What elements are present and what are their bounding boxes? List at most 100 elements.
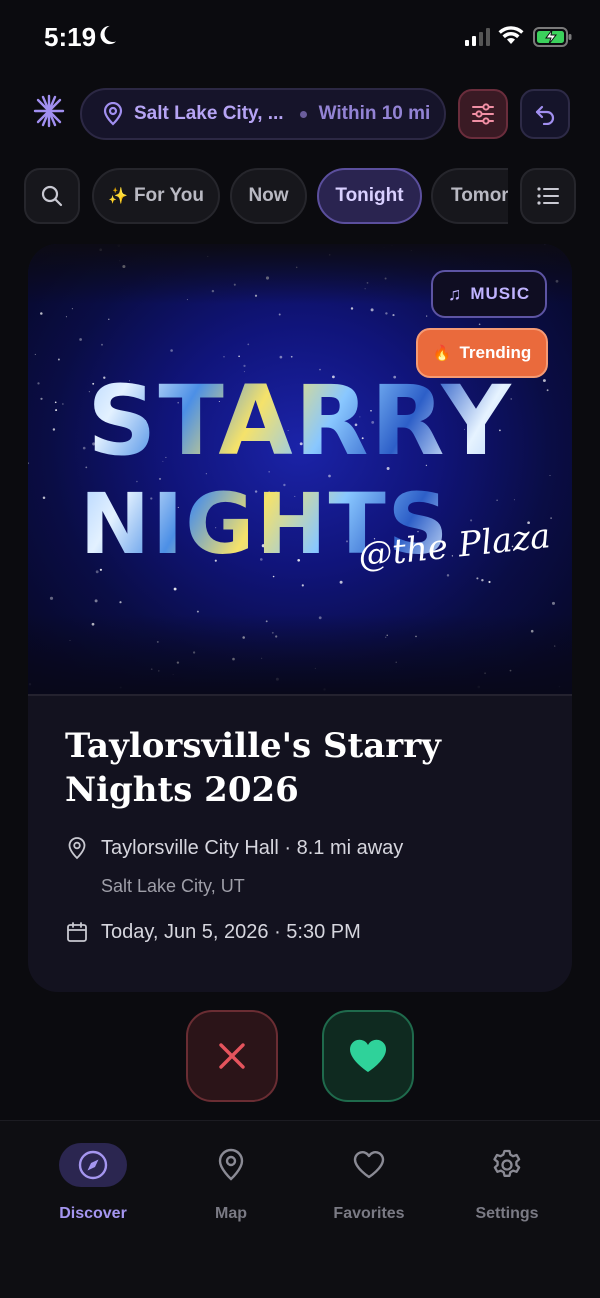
tab-map[interactable]: Map [171, 1143, 291, 1233]
tab-settings[interactable]: Settings [447, 1143, 567, 1233]
event-datetime: Today, Jun 5, 2026 · 5:30 PM [101, 920, 361, 943]
chip-label: Tonight [335, 185, 404, 206]
moon-icon [100, 25, 117, 45]
tab-label: Discover [59, 1205, 127, 1222]
star [278, 313, 281, 316]
divider [28, 694, 572, 696]
star [551, 601, 556, 605]
app-logo-icon [33, 94, 65, 128]
star [339, 580, 343, 584]
star [34, 353, 36, 355]
filters-button[interactable] [458, 89, 508, 139]
tab-label: Settings [475, 1205, 539, 1222]
star [481, 578, 484, 582]
list-icon [537, 187, 559, 205]
map-pin-icon [68, 837, 86, 860]
heart-icon [353, 1151, 385, 1179]
star [370, 308, 374, 312]
chips-scroll[interactable]: ✨ For You Now Tonight Tomor [92, 168, 508, 224]
time-filter-bar: ✨ For You Now Tonight Tomor [0, 168, 600, 224]
star [238, 355, 240, 358]
chip-label: Now [248, 185, 289, 206]
heart-icon [349, 1039, 387, 1072]
event-venue: Taylorsville City Hall · 8.1 mi away [101, 836, 404, 859]
chip-label: Tomor [451, 185, 508, 206]
star [223, 356, 225, 358]
location-city: Salt Lake City, ... [134, 103, 284, 124]
category-label: MUSIC [470, 284, 531, 303]
star [57, 358, 60, 361]
separator-dot [299, 110, 307, 118]
list-view-button[interactable] [520, 168, 576, 224]
location-radius: Within 10 mi [318, 103, 431, 124]
event-venue-row: Taylorsville City Hall · 8.1 mi away [65, 836, 403, 860]
music-note-icon: ♫ [447, 283, 463, 304]
star [108, 318, 110, 321]
close-icon [219, 1043, 245, 1069]
star [173, 587, 177, 591]
tab-label: Favorites [333, 1205, 405, 1222]
tab-label: Map [215, 1205, 247, 1222]
star [446, 574, 450, 577]
star [49, 596, 54, 600]
category-badge: ♫ MUSIC [431, 270, 547, 318]
event-city: Salt Lake City, UT [101, 876, 245, 896]
sparkles-icon: ✨ [108, 188, 128, 205]
trending-label: Trending [459, 343, 532, 362]
location-selector[interactable]: Salt Lake City, ... Within 10 mi [80, 88, 446, 140]
bottom-tab-bar: Discover Map Favorites Settings [0, 1120, 600, 1298]
search-icon [41, 185, 63, 207]
star [196, 610, 199, 613]
star [71, 308, 73, 310]
cell-signal-icon [465, 28, 490, 46]
star [392, 314, 395, 317]
chip-tomorrow[interactable]: Tomor [431, 168, 508, 224]
chip-for-you[interactable]: ✨ For You [92, 168, 220, 224]
status-bar: 5:19 [0, 0, 600, 76]
star [65, 316, 67, 318]
star [426, 315, 428, 317]
reject-button[interactable] [186, 1010, 278, 1102]
trending-badge: 🔥 Trending [416, 328, 548, 378]
star [279, 355, 283, 359]
event-card[interactable]: STARRY NIGHTS @the Plaza ♫ MUSIC 🔥 Trend… [28, 244, 572, 992]
star [478, 323, 481, 326]
compass-icon [78, 1150, 108, 1180]
star [170, 349, 173, 352]
wifi-icon [498, 26, 524, 44]
sliders-icon [472, 103, 494, 125]
search-button[interactable] [24, 168, 80, 224]
event-title: Taylorsville's Starry Nights 2026 [65, 726, 441, 810]
like-button[interactable] [322, 1010, 414, 1102]
star [385, 312, 388, 315]
star [94, 599, 98, 603]
tab-discover[interactable]: Discover [33, 1143, 153, 1233]
star [488, 580, 491, 584]
star [272, 575, 275, 578]
star [301, 584, 304, 587]
chip-tonight[interactable]: Tonight [317, 168, 422, 224]
star [119, 601, 122, 604]
star [247, 343, 250, 346]
chip-label: For You [133, 185, 204, 206]
tab-favorites[interactable]: Favorites [309, 1143, 429, 1233]
battery-charging-icon [533, 27, 572, 47]
chip-now[interactable]: Now [230, 168, 307, 224]
undo-button[interactable] [520, 89, 570, 139]
star [79, 338, 82, 341]
star [350, 307, 354, 310]
poster-title-line1: STARRY [28, 366, 572, 476]
flame-icon: 🔥 [432, 345, 452, 362]
star [40, 312, 43, 315]
event-poster-image: STARRY NIGHTS @the Plaza ♫ MUSIC 🔥 Trend… [28, 244, 572, 694]
star [290, 355, 293, 358]
undo-icon [535, 105, 555, 125]
star [476, 577, 479, 580]
calendar-icon [67, 922, 87, 942]
map-pin-icon [103, 102, 123, 126]
gear-icon [493, 1149, 521, 1177]
map-pin-icon [218, 1148, 244, 1181]
star [101, 343, 103, 346]
status-time: 5:19 [44, 22, 97, 52]
event-date-row: Today, Jun 5, 2026 · 5:30 PM [65, 920, 361, 944]
